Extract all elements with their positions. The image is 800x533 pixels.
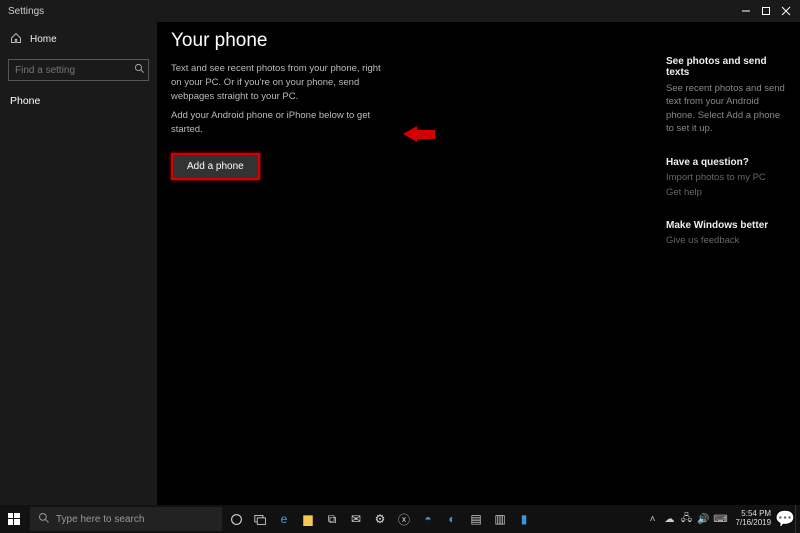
task-view-icon[interactable] <box>248 505 272 533</box>
cortana-icon[interactable] <box>224 505 248 533</box>
info-heading: Make Windows better <box>666 220 790 231</box>
maximize-button[interactable] <box>756 0 776 22</box>
add-phone-label: Add a phone <box>187 161 244 172</box>
clock-date: 7/16/2019 <box>735 519 771 528</box>
sidebar-item-label: Phone <box>10 95 40 107</box>
tray-keyboard-icon[interactable]: ⌨ <box>713 505 727 533</box>
minimize-button[interactable] <box>736 0 756 22</box>
tray-network-icon[interactable]: 🖧 <box>679 505 693 533</box>
search-icon <box>38 512 50 527</box>
link-import-photos[interactable]: Import photos to my PC <box>666 172 790 183</box>
file-explorer-icon[interactable]: ▆ <box>296 505 320 533</box>
info-section-photos: See photos and send texts See recent pho… <box>666 56 790 135</box>
main: Your phone Text and see recent photos fr… <box>157 22 800 505</box>
start-button[interactable] <box>0 505 28 533</box>
task-icons: e ▆ ⧉ ✉ ⚙ ⓧ ◓ ◐ ▤ ▥ ▮ <box>224 505 536 533</box>
close-button[interactable] <box>776 0 796 22</box>
page-title: Your phone <box>171 30 648 52</box>
info-heading: See photos and send texts <box>666 56 790 78</box>
app-icon[interactable]: ◐ <box>440 505 464 533</box>
xbox-icon[interactable]: ⓧ <box>392 505 416 533</box>
app-icon[interactable]: ◓ <box>416 505 440 533</box>
taskbar: Type here to search e ▆ ⧉ ✉ ⚙ ⓧ ◓ ◐ ▤ ▥ … <box>0 505 800 533</box>
window-title: Settings <box>4 6 736 17</box>
search-input[interactable] <box>8 59 149 81</box>
info-heading: Have a question? <box>666 157 790 168</box>
annotation-arrow-icon <box>403 126 435 142</box>
nav-home[interactable]: Home <box>0 26 157 53</box>
action-center-icon[interactable]: 💬 <box>775 509 795 529</box>
app-icon[interactable]: ▮ <box>512 505 536 533</box>
description-1: Text and see recent photos from your pho… <box>171 62 381 103</box>
tray-volume-icon[interactable]: 🔊 <box>696 505 710 533</box>
link-get-help[interactable]: Get help <box>666 187 790 198</box>
system-tray: ˄ ☁ 🖧 🔊 ⌨ <box>641 505 731 533</box>
taskbar-clock[interactable]: 5:54 PM 7/16/2019 <box>731 510 775 528</box>
taskbar-search[interactable]: Type here to search <box>30 507 222 531</box>
info-section-question: Have a question? Import photos to my PC … <box>666 157 790 198</box>
tray-chevron-icon[interactable]: ˄ <box>645 505 659 533</box>
info-section-feedback: Make Windows better Give us feedback <box>666 220 790 246</box>
mail-icon[interactable]: ✉ <box>344 505 368 533</box>
nav-home-label: Home <box>30 34 57 45</box>
app-icon[interactable]: ▥ <box>488 505 512 533</box>
titlebar: Settings <box>0 0 800 22</box>
add-a-phone-button[interactable]: Add a phone <box>171 153 260 180</box>
sidebar-item-phone[interactable]: Phone <box>0 87 157 115</box>
taskbar-search-placeholder: Type here to search <box>56 514 144 525</box>
edge-icon[interactable]: e <box>272 505 296 533</box>
tray-cloud-icon[interactable]: ☁ <box>662 505 676 533</box>
search-wrap <box>8 59 149 81</box>
store-icon[interactable]: ⧉ <box>320 505 344 533</box>
search-icon[interactable] <box>134 61 145 79</box>
app-icon[interactable]: ▤ <box>464 505 488 533</box>
home-icon <box>10 32 22 47</box>
info-body: See recent photos and send text from you… <box>666 82 790 135</box>
link-feedback[interactable]: Give us feedback <box>666 235 790 246</box>
settings-gear-icon[interactable]: ⚙ <box>368 505 392 533</box>
content: Your phone Text and see recent photos fr… <box>157 22 662 505</box>
description-2: Add your Android phone or iPhone below t… <box>171 109 381 137</box>
show-desktop-button[interactable] <box>795 505 800 533</box>
sidebar: Home Phone <box>0 22 157 505</box>
right-pane: See photos and send texts See recent pho… <box>662 22 800 505</box>
